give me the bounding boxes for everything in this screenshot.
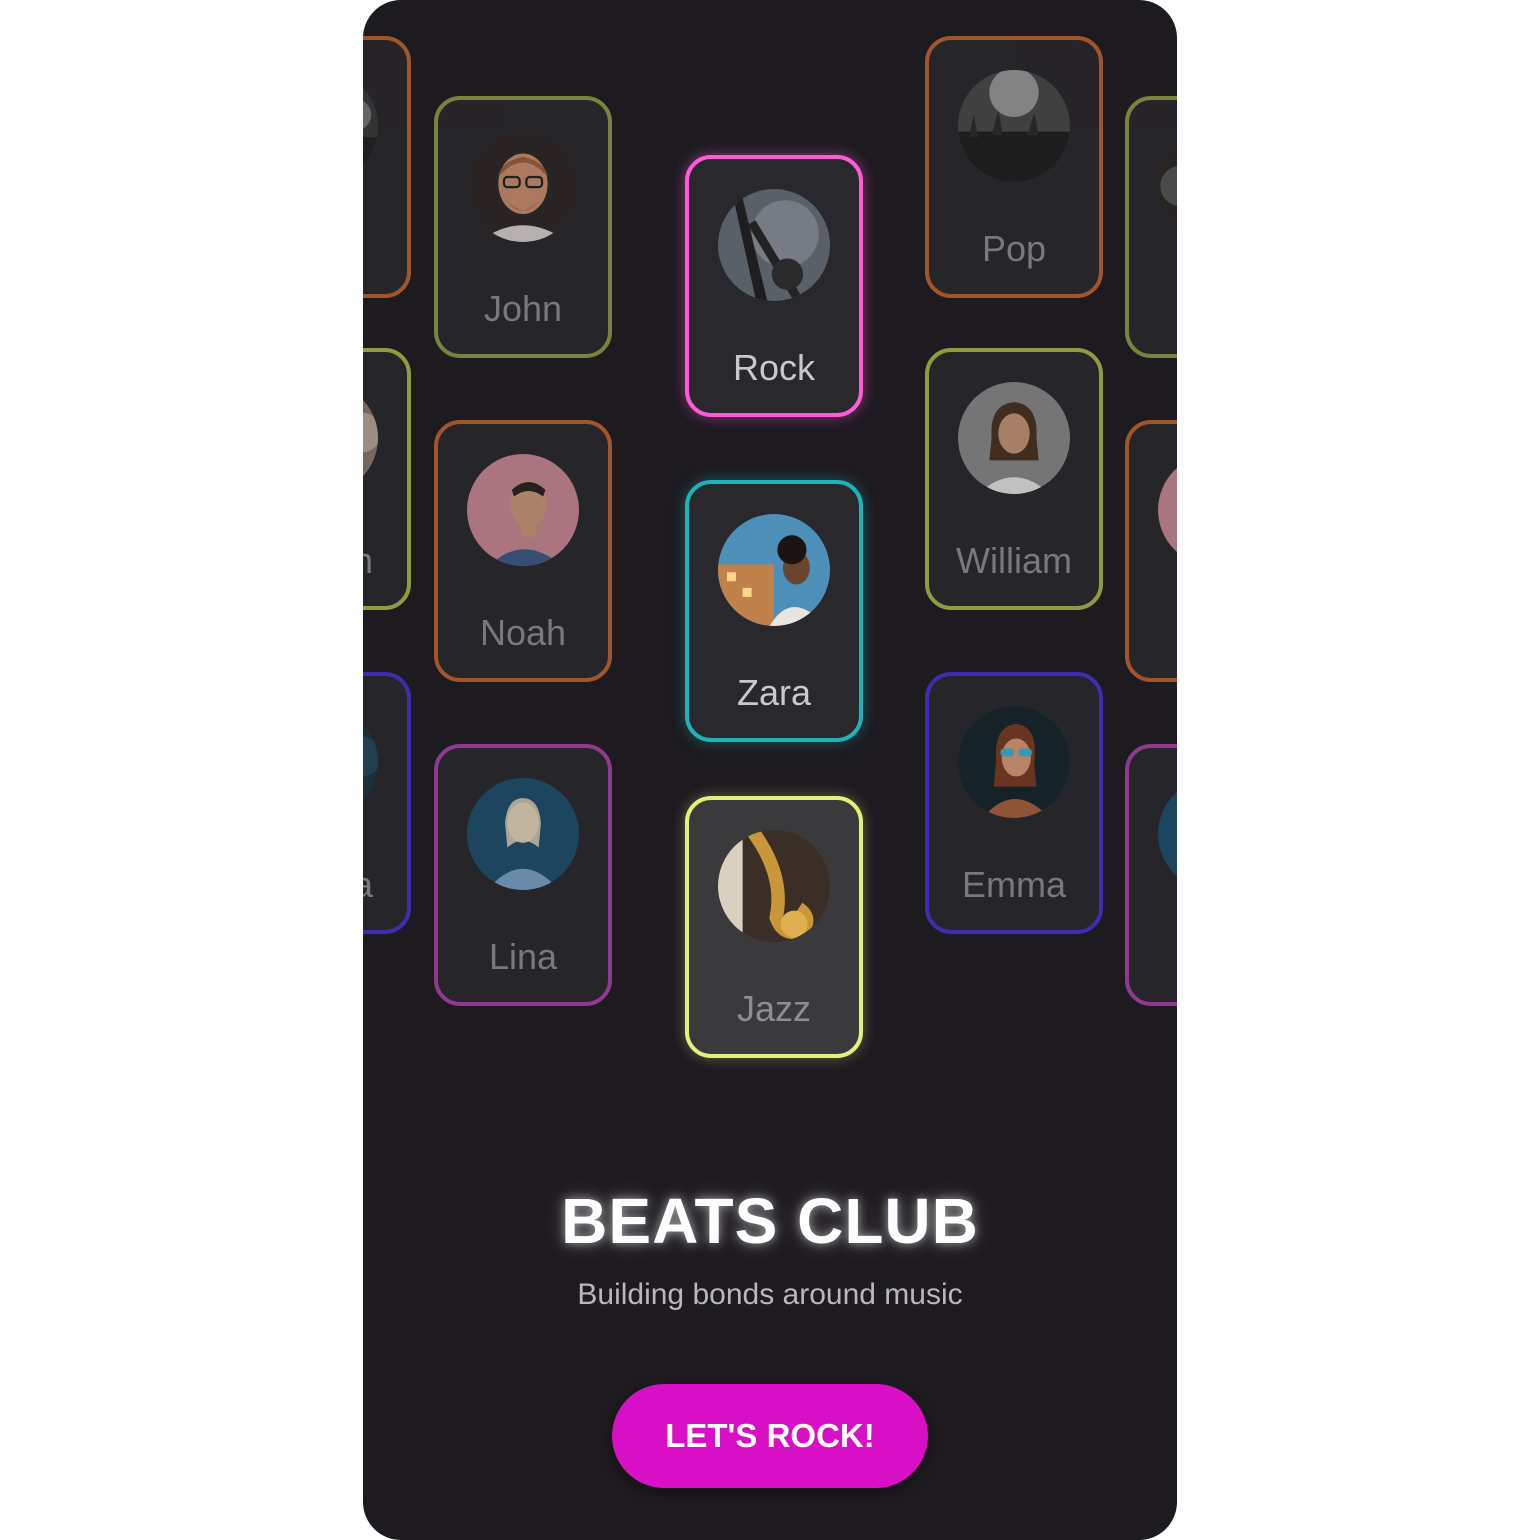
- card-john[interactable]: John: [434, 96, 612, 358]
- card-label: Jazz: [736, 988, 812, 1029]
- saxophone-avatar: [718, 830, 830, 942]
- card-jazz[interactable]: Jazz: [685, 796, 863, 1058]
- lets-rock-button[interactable]: LET'S ROCK!: [612, 1384, 928, 1488]
- person-avatar: [1158, 454, 1177, 566]
- zara-avatar: [718, 514, 830, 626]
- card-label: a: [363, 864, 407, 906]
- person-avatar: [363, 382, 378, 494]
- lina-avatar: [467, 778, 579, 890]
- card-label: n: [363, 540, 407, 582]
- card-edge-right-2[interactable]: [1125, 420, 1177, 682]
- person-avatar: [1158, 130, 1177, 242]
- card-edge-left-1[interactable]: [363, 36, 411, 298]
- card-edge-right-1[interactable]: [1125, 96, 1177, 358]
- noah-avatar: [467, 454, 579, 566]
- card-label: Rock: [732, 347, 816, 388]
- card-rock[interactable]: Rock: [685, 155, 863, 417]
- card-label: Emma: [961, 864, 1066, 905]
- card-zara[interactable]: Zara: [685, 480, 863, 742]
- william-avatar: [958, 382, 1070, 494]
- concert-crowd-avatar: [958, 70, 1070, 182]
- app-title: BEATS CLUB: [561, 1185, 979, 1257]
- john-avatar: [467, 130, 579, 242]
- concert-crowd-avatar: [363, 70, 378, 182]
- card-william[interactable]: William: [925, 348, 1103, 610]
- card-label: Lina: [488, 936, 558, 977]
- emma-avatar: [958, 706, 1070, 818]
- card-label: Zara: [736, 672, 812, 713]
- card-edge-right-3[interactable]: [1125, 744, 1177, 1006]
- card-label: John: [483, 288, 563, 329]
- person-avatar: [363, 706, 378, 818]
- card-label: William: [956, 540, 1072, 581]
- card-noah[interactable]: Noah: [434, 420, 612, 682]
- card-label: Pop: [981, 228, 1047, 269]
- card-edge-left-3[interactable]: a: [363, 672, 411, 934]
- guitar-avatar: [718, 189, 830, 301]
- card-lina[interactable]: Lina: [434, 744, 612, 1006]
- person-avatar: [1158, 778, 1177, 890]
- card-label: Noah: [479, 612, 567, 653]
- card-edge-left-2[interactable]: n: [363, 348, 411, 610]
- card-pop[interactable]: Pop: [925, 36, 1103, 298]
- app-screen: n a John: [363, 0, 1177, 1540]
- app-subtitle: Building bonds around music: [577, 1278, 963, 1311]
- card-emma[interactable]: Emma: [925, 672, 1103, 934]
